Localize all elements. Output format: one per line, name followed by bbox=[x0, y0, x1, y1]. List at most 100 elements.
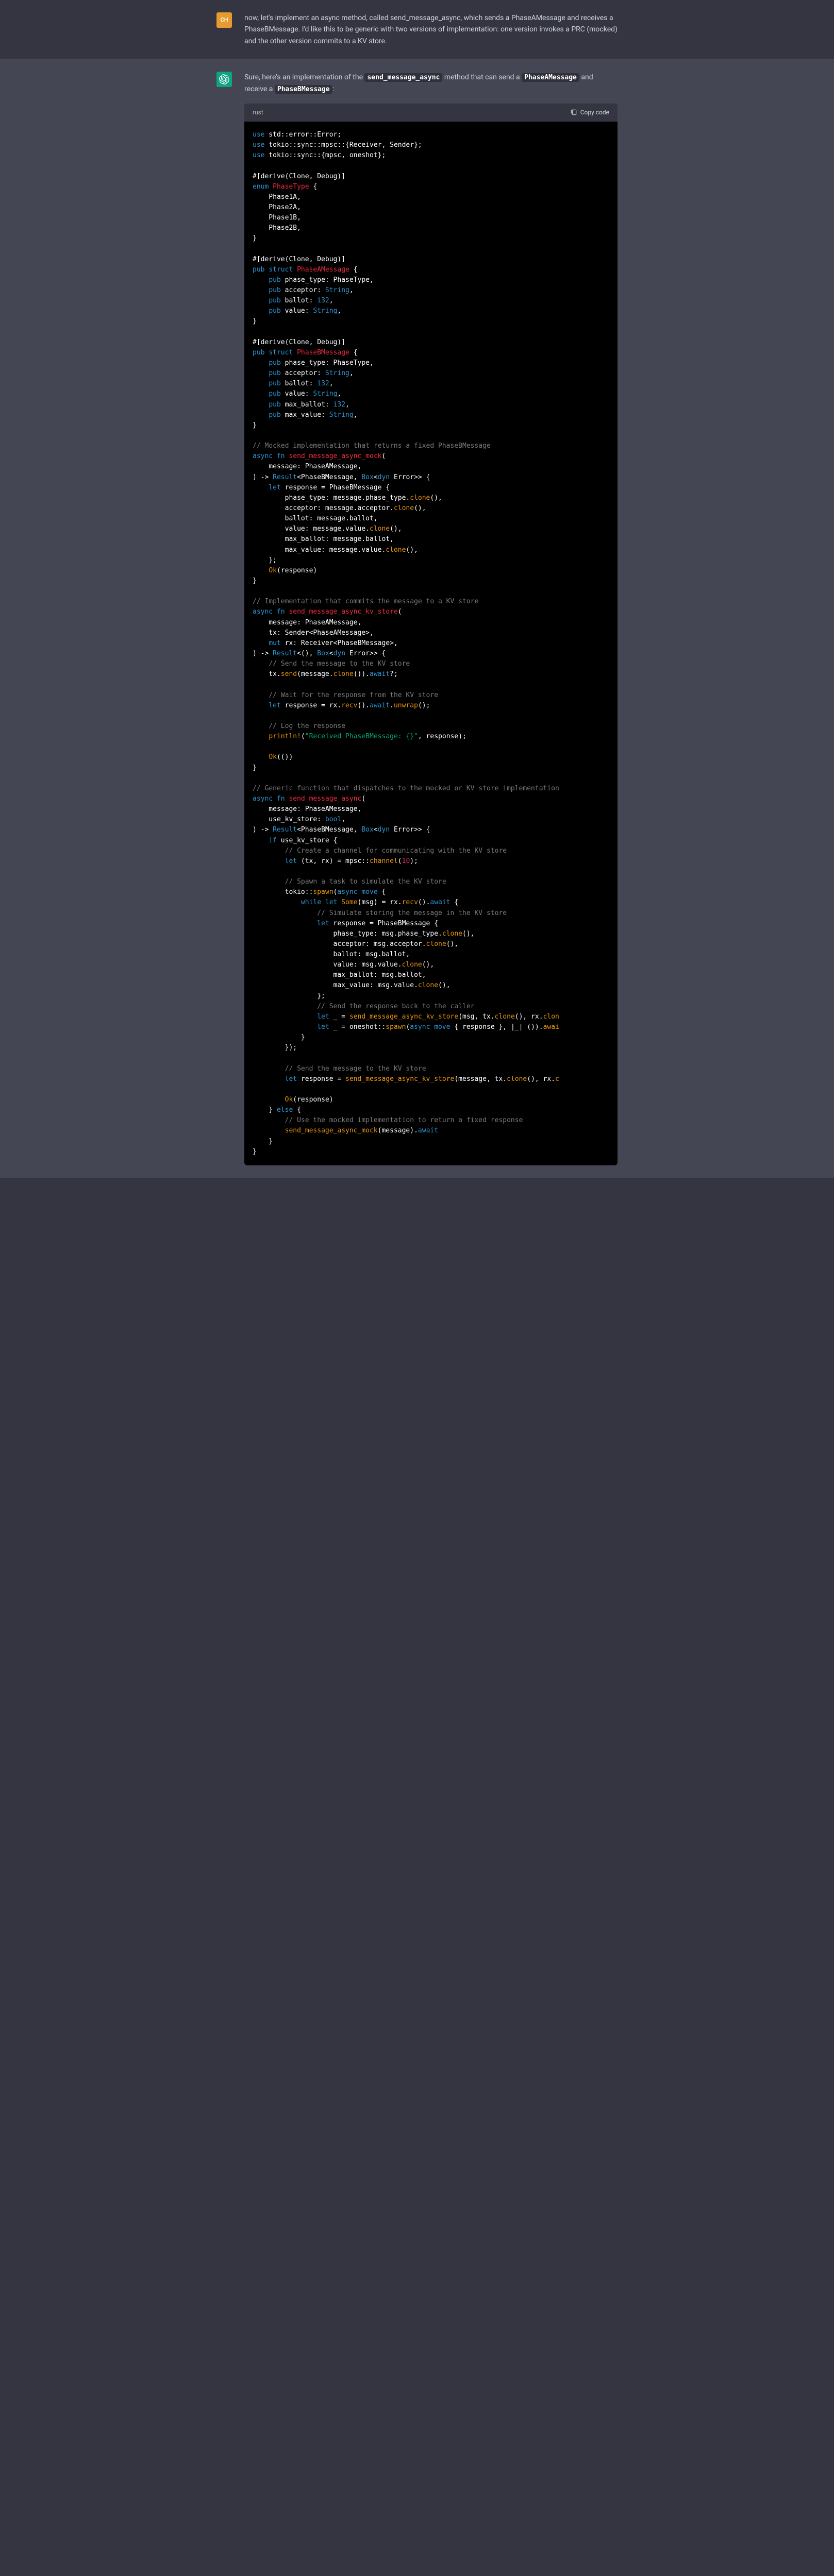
code-token: // Mocked implementation that returns a … bbox=[253, 442, 491, 450]
code-token: max_ballot: msg.ballot, bbox=[253, 971, 426, 979]
code-token: { bbox=[293, 1106, 301, 1114]
code-token: move bbox=[434, 1023, 450, 1031]
code-token bbox=[253, 276, 269, 284]
code-token: send_message_async_mock bbox=[289, 452, 381, 460]
assistant-message-row: Sure, here's an implementation of the se… bbox=[0, 59, 834, 1178]
code-token: (response) bbox=[277, 567, 317, 574]
code-token: tx: Sender<PhaseAMessage>, bbox=[253, 629, 374, 637]
code-token: { bbox=[309, 183, 318, 191]
code-token: } bbox=[253, 234, 257, 242]
code-token: Error>> { bbox=[345, 650, 386, 657]
intro-mid1: method that can send a bbox=[442, 73, 522, 81]
code-token: ( bbox=[398, 857, 402, 865]
code-token: clone bbox=[410, 494, 430, 502]
openai-logo-icon bbox=[219, 74, 229, 84]
code-token bbox=[293, 266, 297, 274]
code-token: enum bbox=[253, 183, 269, 191]
code-token: Ok bbox=[269, 753, 277, 761]
code-token: } bbox=[253, 577, 257, 585]
code-token: message: PhaseAMessage, bbox=[253, 619, 361, 626]
copy-code-button[interactable]: Copy code bbox=[570, 108, 609, 117]
code-token: awai bbox=[543, 1023, 559, 1031]
code-token: // Simulate storing the message in the K… bbox=[317, 909, 507, 917]
code-token: send_message_async_kv_store bbox=[349, 1013, 458, 1021]
code-token: response = PhaseBMessage { bbox=[281, 484, 390, 492]
code-token: Phase1B, bbox=[253, 214, 301, 222]
code-token: { bbox=[451, 899, 459, 906]
user-message-text: now, let's implement an async method, ca… bbox=[244, 12, 618, 47]
code-token: acceptor: msg.acceptor. bbox=[253, 940, 426, 948]
code-token: dyn bbox=[378, 826, 390, 834]
intro-code-3: PhaseBMessage bbox=[275, 85, 332, 94]
code-token: use_kv_store: bbox=[253, 816, 325, 823]
code-token: (response) bbox=[293, 1096, 333, 1104]
code-token bbox=[273, 608, 277, 616]
code-token: channel bbox=[370, 857, 398, 865]
code-token: clone bbox=[418, 981, 438, 989]
code-token bbox=[253, 691, 269, 699]
code-token: response = PhaseBMessage { bbox=[329, 920, 438, 927]
code-token: "Received PhaseBMessage: {}" bbox=[305, 733, 418, 740]
code-token bbox=[253, 401, 269, 409]
code-token: ) -> bbox=[253, 826, 273, 834]
code-token bbox=[253, 702, 269, 709]
code-token bbox=[253, 837, 269, 844]
code-token: send_message_async_kv_store bbox=[345, 1075, 454, 1083]
code-token: else bbox=[277, 1106, 293, 1114]
code-token bbox=[253, 369, 269, 377]
code-token: use bbox=[253, 151, 264, 159]
code-token: c bbox=[555, 1075, 559, 1083]
code-token bbox=[253, 639, 269, 647]
code-token: } bbox=[253, 317, 257, 325]
code-token: // Wait for the response from the KV sto… bbox=[269, 691, 438, 699]
code-token: clone bbox=[370, 525, 390, 533]
code-token: mut bbox=[269, 639, 280, 647]
code-token: , bbox=[337, 390, 341, 398]
code-token: let bbox=[325, 899, 337, 906]
code-body[interactable]: use std::error::Error; use tokio::sync::… bbox=[244, 122, 618, 1165]
code-token: if bbox=[269, 837, 277, 844]
code-token: phase_type: msg.phase_type. bbox=[253, 930, 442, 938]
code-token: std::error::Error; bbox=[264, 131, 341, 139]
code-token: pub bbox=[269, 401, 280, 409]
code-language-label: rust bbox=[253, 108, 263, 117]
code-token: let bbox=[317, 920, 329, 927]
code-token: pub bbox=[253, 349, 264, 357]
code-token: String bbox=[313, 307, 337, 315]
code-token: await bbox=[418, 1127, 438, 1134]
code-token: (message. bbox=[297, 670, 333, 678]
code-token: clone bbox=[402, 961, 422, 969]
code-token: String bbox=[313, 390, 337, 398]
code-token: , bbox=[345, 401, 349, 409]
code-token: Ok bbox=[269, 567, 277, 574]
code-token: ballot: bbox=[281, 297, 317, 304]
copy-code-label: Copy code bbox=[580, 108, 609, 117]
code-token: ( bbox=[361, 795, 365, 803]
code-token: async bbox=[253, 795, 273, 803]
assistant-message-content: Sure, here's an implementation of the se… bbox=[244, 72, 618, 1165]
code-token: await bbox=[370, 702, 390, 709]
code-token: }); bbox=[253, 1044, 297, 1052]
code-token: Ok bbox=[285, 1096, 293, 1104]
code-token: send_message_async bbox=[289, 795, 361, 803]
code-token: Some bbox=[341, 899, 357, 906]
code-token: // Spawn a task to simulate the KV store bbox=[285, 878, 446, 886]
code-token: Phase1A, bbox=[253, 193, 301, 201]
code-token: async bbox=[410, 1023, 430, 1031]
code-token: clone bbox=[442, 930, 462, 938]
user-message-content: now, let's implement an async method, ca… bbox=[244, 12, 618, 47]
code-token: _ = bbox=[329, 1013, 349, 1021]
user-avatar: CH bbox=[216, 12, 232, 28]
intro-prefix: Sure, here's an implementation of the bbox=[244, 73, 364, 81]
code-token: send bbox=[281, 670, 297, 678]
code-token bbox=[253, 1075, 285, 1083]
code-token: , bbox=[349, 369, 354, 377]
code-header: rust Copy code bbox=[244, 104, 618, 122]
code-token: { response }, |_| ()). bbox=[451, 1023, 543, 1031]
code-token: PhaseAMessage bbox=[297, 266, 349, 274]
code-token: (), bbox=[406, 546, 418, 554]
code-token: (message, tx. bbox=[454, 1075, 507, 1083]
code-token: ()). bbox=[354, 670, 370, 678]
code-token: fn bbox=[277, 608, 285, 616]
code-token: ballot: msg.ballot, bbox=[253, 951, 410, 958]
